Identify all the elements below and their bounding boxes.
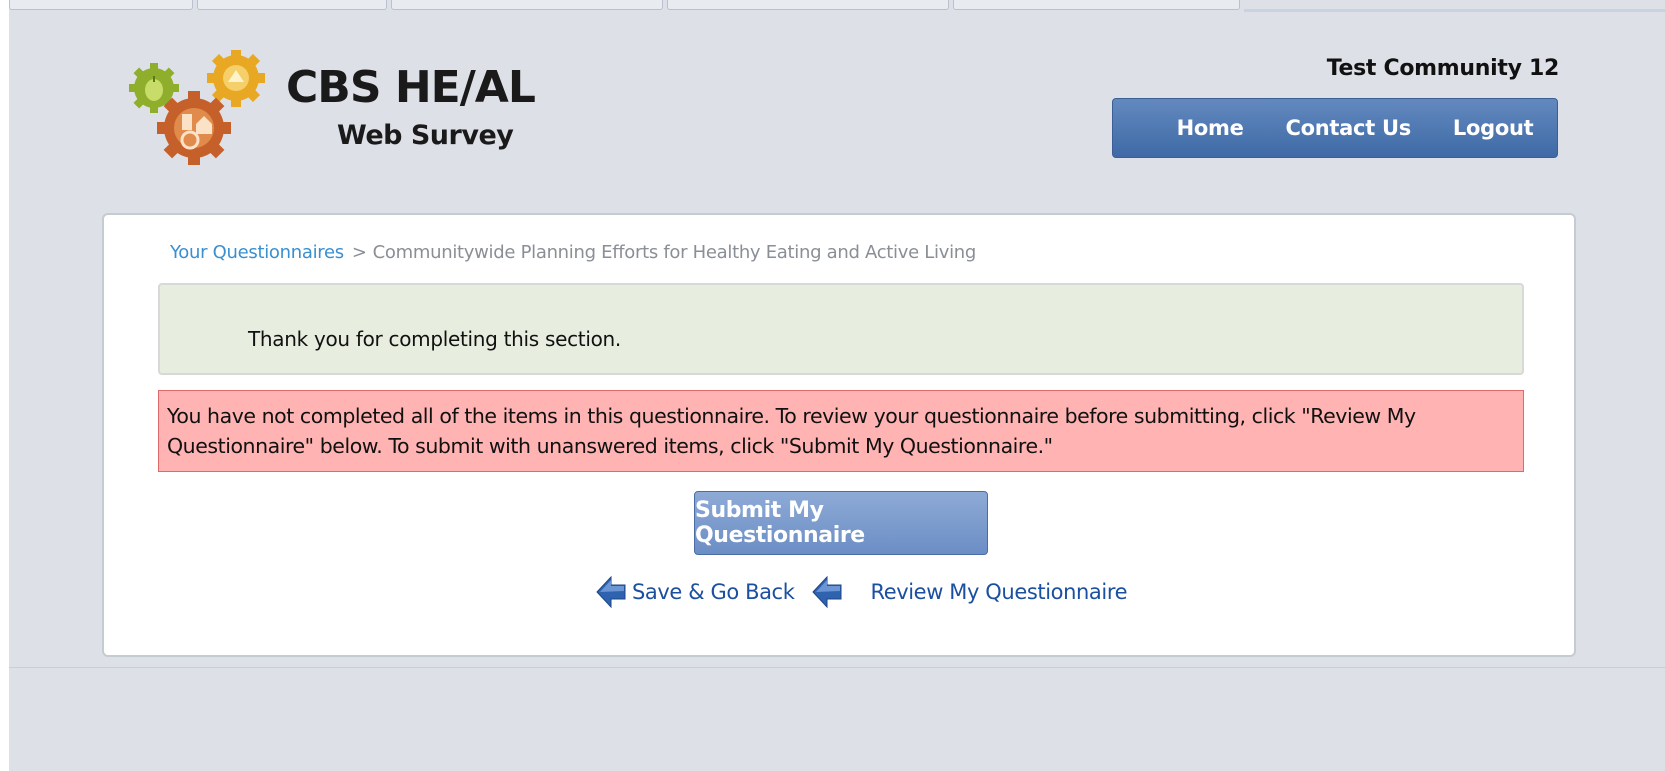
tab-segment <box>197 0 387 10</box>
thanks-message: Thank you for completing this section. <box>248 327 621 351</box>
back-arrow-icon[interactable] <box>812 574 842 610</box>
browser-tab-strip <box>9 0 1665 12</box>
main-nav: Home Contact Us Logout <box>1112 98 1558 158</box>
secondary-actions: Save & Go Back Review My Questionnaire <box>596 572 1128 612</box>
incomplete-warning: You have not completed all of the items … <box>158 390 1524 472</box>
tab-segment <box>9 0 193 10</box>
breadcrumb-separator: > <box>351 242 367 263</box>
tab-strip-fill <box>1244 9 1665 12</box>
thanks-message-box: Thank you for completing this section. <box>158 283 1524 375</box>
footer-divider <box>9 667 1665 668</box>
review-questionnaire-link[interactable]: Review My Questionnaire <box>870 580 1127 604</box>
nav-logout-link[interactable]: Logout <box>1432 116 1554 140</box>
site-title: CBS HE/AL <box>286 62 536 113</box>
submit-questionnaire-button[interactable]: Submit My Questionnaire <box>694 491 988 555</box>
gears-logo-icon <box>129 50 265 165</box>
breadcrumb-current: Communitywide Planning Efforts for Healt… <box>372 242 977 263</box>
tab-segment <box>667 0 949 10</box>
community-name: Test Community 12 <box>1326 56 1560 81</box>
breadcrumb-questionnaires-link[interactable]: Your Questionnaires <box>170 242 344 263</box>
nav-contact-link[interactable]: Contact Us <box>1265 116 1432 140</box>
tab-segment <box>953 0 1240 10</box>
content-panel: Your Questionnaires > Communitywide Planni… <box>102 213 1576 657</box>
back-arrow-icon[interactable] <box>596 574 626 610</box>
site-subtitle: Web Survey <box>337 120 514 151</box>
tab-segment <box>391 0 663 10</box>
breadcrumb: Your Questionnaires > Communitywide Planni… <box>170 242 976 263</box>
save-go-back-link[interactable]: Save & Go Back <box>632 580 795 604</box>
nav-home-link[interactable]: Home <box>1156 116 1265 140</box>
